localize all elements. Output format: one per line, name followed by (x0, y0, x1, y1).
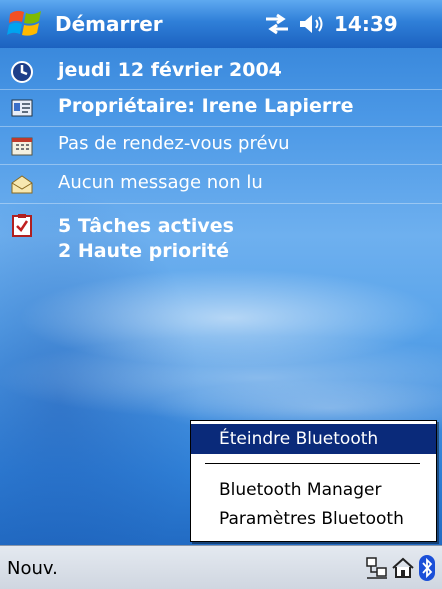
clock-time[interactable]: 14:39 (334, 12, 398, 36)
calendar-icon (10, 134, 34, 158)
home-icon[interactable] (391, 556, 415, 580)
menu-item-label: Bluetooth Manager (219, 480, 382, 500)
divider (0, 164, 442, 165)
bottom-command-bar: Nouv. (0, 545, 442, 589)
start-menu-label[interactable]: Démarrer (55, 12, 163, 36)
menu-item-turn-off-bluetooth[interactable]: Éteindre Bluetooth (191, 424, 436, 454)
today-owner-text: Propriétaire: Irene Lapierre (58, 95, 354, 117)
bluetooth-icon[interactable] (418, 554, 436, 582)
clock-icon (10, 60, 34, 84)
today-date-text: jeudi 12 février 2004 (58, 59, 282, 81)
today-inbox-text: Aucun message non lu (58, 172, 263, 193)
today-tasks-active: 5 Tâches actives (58, 215, 234, 237)
clipboard-check-icon (10, 213, 34, 237)
new-button[interactable]: Nouv. (7, 558, 58, 579)
bluetooth-context-menu: Éteindre Bluetooth Bluetooth Manager Par… (190, 420, 437, 542)
today-owner-item[interactable]: Propriétaire: Irene Lapierre (0, 89, 442, 125)
title-bar: Démarrer 14:39 (0, 0, 442, 48)
envelope-icon (10, 173, 34, 197)
today-calendar-text: Pas de rendez-vous prévu (58, 133, 290, 154)
divider (0, 203, 442, 204)
contact-card-icon (10, 96, 34, 120)
menu-item-label: Paramètres Bluetooth (219, 509, 404, 529)
windows-flag-icon[interactable] (6, 6, 46, 42)
speaker-icon[interactable] (298, 12, 324, 36)
today-calendar-item[interactable]: Pas de rendez-vous prévu (0, 127, 442, 163)
menu-separator (205, 463, 420, 464)
today-inbox-item[interactable]: Aucun message non lu (0, 166, 442, 202)
today-date-item[interactable]: jeudi 12 février 2004 (0, 53, 442, 89)
network-icon[interactable] (366, 556, 388, 580)
today-tasks-priority: 2 Haute priorité (58, 240, 230, 262)
menu-item-label: Éteindre Bluetooth (219, 429, 379, 449)
menu-item-bluetooth-manager[interactable]: Bluetooth Manager (191, 475, 436, 505)
menu-item-bluetooth-settings[interactable]: Paramètres Bluetooth (191, 504, 436, 534)
today-screen: Démarrer 14:39 jeudi 12 février 2004 Pro… (0, 0, 442, 589)
sync-arrows-icon[interactable] (264, 12, 290, 36)
